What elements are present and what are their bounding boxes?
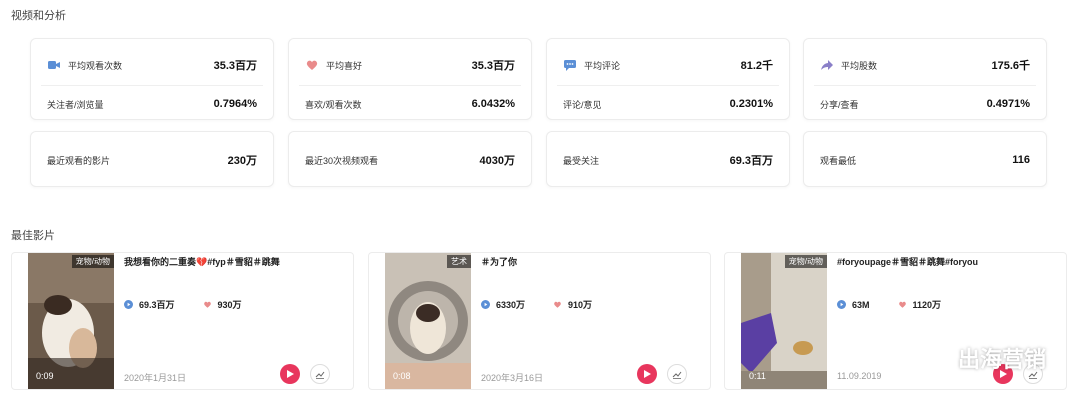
stat-label-likes-views: 喜欢/观看次数 — [305, 99, 362, 110]
section-title-overview: 视频和分析 — [11, 10, 66, 22]
stat-value-shares-views: 0.4971% — [986, 98, 1030, 110]
video-likes: 910万 — [568, 300, 593, 310]
video-card[interactable]: 宠物/动物 0:09 我想看你的二重奏💔#fyp＃雪貂＃跳舞 69.3百万 93… — [11, 252, 354, 390]
stat-value-avg-views: 35.3百万 — [213, 60, 257, 72]
comment-icon — [564, 60, 576, 71]
video-thumbnail[interactable]: 宠物/动物 0:11 — [741, 253, 827, 389]
divider — [814, 85, 1036, 86]
video-duration: 0:11 — [749, 371, 766, 381]
stat-value-last30: 4030万 — [479, 155, 515, 167]
video-duration: 0:08 — [393, 371, 411, 381]
play-circle-icon — [481, 300, 490, 309]
video-views: 63M — [852, 299, 870, 310]
stat-value-recent-video: 230万 — [227, 155, 257, 167]
analytics-button[interactable] — [310, 364, 330, 384]
play-icon — [287, 370, 294, 378]
stat-value-comments-views: 0.2301% — [729, 98, 773, 110]
chart-icon — [315, 371, 325, 379]
stat-card-last30: 最近30次视频观看 4030万 — [288, 131, 532, 187]
stat-label-comments-views: 评论/意见 — [563, 99, 602, 110]
stat-value-likes-views: 6.0432% — [471, 98, 515, 110]
video-likes: 930万 — [217, 300, 242, 310]
video-likes: 1120万 — [912, 300, 942, 310]
heart-icon — [306, 60, 318, 70]
video-date: 2020年1月31日 — [124, 373, 187, 383]
stat-label-last30: 最近30次视频观看 — [305, 155, 379, 166]
section-title-best-videos: 最佳影片 — [11, 230, 55, 242]
stat-label-most-followed: 最受关注 — [563, 155, 600, 166]
play-icon — [644, 370, 651, 378]
play-circle-icon — [124, 300, 133, 309]
category-tag: 宠物/动物 — [71, 255, 114, 268]
heart-icon — [554, 301, 561, 308]
play-button[interactable] — [637, 364, 657, 384]
video-thumbnail[interactable]: 艺术 0:08 — [385, 253, 471, 389]
stat-label-recent-video: 最近观看的影片 — [47, 155, 111, 166]
divider — [557, 85, 779, 86]
video-card[interactable]: 艺术 0:08 ＃为了你 6330万 910万 2020年3月16日 — [368, 252, 711, 390]
stat-value-avg-comments: 81.2千 — [740, 60, 773, 72]
divider — [41, 85, 263, 86]
stat-label-avg-comments: 平均评论 — [584, 60, 621, 71]
category-tag: 艺术 — [447, 255, 471, 268]
category-tag: 宠物/动物 — [784, 255, 827, 268]
stat-card-shares: 平均股数 175.6千 分享/查看 0.4971% — [803, 38, 1047, 120]
heart-icon — [203, 301, 211, 308]
stat-card-comments: 平均评论 81.2千 评论/意见 0.2301% — [546, 38, 790, 120]
wechat-icon — [917, 347, 947, 369]
stat-card-most-followed: 最受关注 69.3百万 — [546, 131, 790, 187]
video-title[interactable]: 我想看你的二重奏💔#fyp＃雪貂＃跳舞 — [124, 255, 280, 268]
stat-card-recent-video: 最近观看的影片 230万 — [30, 131, 274, 187]
stat-label-lowest-views: 观看最低 — [820, 155, 857, 166]
chart-icon — [672, 371, 682, 379]
video-thumbnail[interactable]: 宠物/动物 0:09 — [28, 253, 114, 389]
video-views: 69.3百万 — [139, 300, 175, 310]
stat-label-shares-views: 分享/查看 — [820, 99, 859, 110]
stat-label-avg-views: 平均观看次数 — [68, 60, 123, 71]
stat-card-views: 平均观看次数 35.3百万 关注者/浏览量 0.7964% — [30, 38, 274, 120]
stat-value-lowest-views: 116 — [1012, 154, 1030, 166]
watermark: 出海营销 — [917, 342, 1046, 374]
video-title[interactable]: #foryoupage＃雪貂＃跳舞#foryou — [837, 255, 978, 268]
video-duration: 0:09 — [36, 371, 54, 381]
watermark-text: 出海营销 — [957, 347, 1046, 372]
video-title[interactable]: ＃为了你 — [481, 255, 517, 268]
stat-value-avg-likes: 35.3百万 — [471, 60, 515, 72]
divider — [299, 85, 521, 86]
stat-value-most-followed: 69.3百万 — [729, 155, 773, 167]
video-camera-icon — [48, 61, 60, 69]
stat-value-avg-shares: 175.6千 — [991, 60, 1030, 72]
heart-icon — [898, 301, 906, 308]
analytics-button[interactable] — [667, 364, 687, 384]
stat-card-lowest-views: 观看最低 116 — [803, 131, 1047, 187]
share-arrow-icon — [821, 60, 833, 70]
stat-label-followers-views: 关注者/浏览量 — [47, 99, 104, 110]
video-date: 2020年3月16日 — [481, 373, 544, 383]
play-circle-icon — [837, 300, 846, 309]
video-views: 6330万 — [496, 300, 526, 310]
stat-label-avg-likes: 平均喜好 — [326, 60, 363, 71]
ferret-thumbnail-image — [741, 253, 827, 389]
ferret-thumbnail-image — [385, 253, 471, 389]
video-date: 11.09.2019 — [837, 371, 882, 381]
stat-value-followers-views: 0.7964% — [213, 98, 257, 110]
stat-label-avg-shares: 平均股数 — [841, 60, 878, 71]
stat-card-likes: 平均喜好 35.3百万 喜欢/观看次数 6.0432% — [288, 38, 532, 120]
ferret-thumbnail-image — [28, 253, 114, 389]
play-button[interactable] — [280, 364, 300, 384]
